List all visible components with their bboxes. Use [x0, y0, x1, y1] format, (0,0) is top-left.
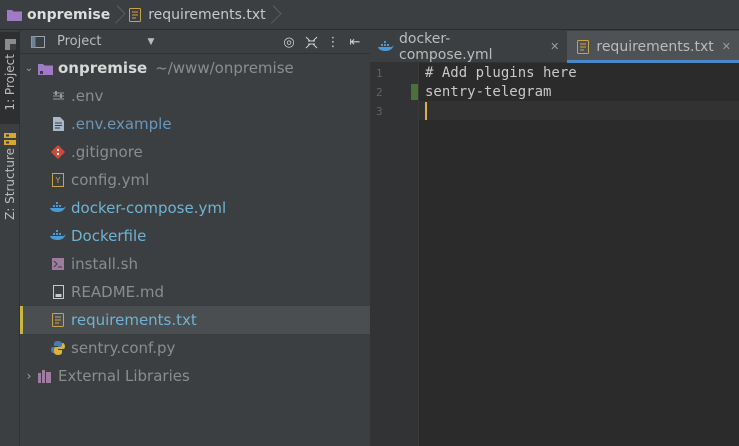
structure-icon	[2, 132, 18, 146]
tree-file-label: sentry.conf.py	[71, 339, 176, 357]
hide-icon[interactable]: ⇤	[344, 35, 366, 50]
project-tree: ⌄ onpremise ~/www/onpremise .env .env.ex…	[20, 54, 370, 390]
line-number: 2	[376, 86, 383, 99]
project-panel: Project ▼ ◎ ⋮ ⇤ ⌄ onpremise ~/www/onprem…	[20, 30, 370, 446]
tree-file-label: .env	[71, 87, 104, 105]
docker-icon	[378, 39, 394, 55]
locate-icon[interactable]: ◎	[278, 35, 300, 50]
tree-external-libraries-label: External Libraries	[58, 367, 190, 385]
tab-structure-label: Z: Structure	[3, 148, 17, 220]
docker-icon	[50, 200, 66, 216]
project-view-title[interactable]: Project	[57, 34, 101, 49]
code-line-2[interactable]: sentry-telegram	[425, 84, 551, 100]
tool-window-strip: 1: Project Z: Structure	[0, 30, 20, 446]
shell-icon	[50, 256, 66, 272]
markdown-icon	[50, 284, 66, 300]
tree-file-label: requirements.txt	[71, 311, 197, 329]
close-icon[interactable]: ✕	[722, 40, 731, 53]
close-icon[interactable]: ✕	[550, 40, 559, 53]
tree-file-gitignore[interactable]: .gitignore	[20, 138, 370, 166]
tree-file-docker-compose[interactable]: docker-compose.yml	[20, 194, 370, 222]
tree-file-env-example[interactable]: .env.example	[20, 110, 370, 138]
tree-file-label: .env.example	[71, 115, 172, 133]
chevron-right-icon[interactable]: ›	[24, 368, 34, 384]
breadcrumb-file[interactable]: requirements.txt	[125, 0, 269, 30]
tree-file-label: README.md	[71, 283, 165, 301]
yaml-icon: Y	[50, 172, 66, 188]
more-icon[interactable]: ⋮	[322, 35, 344, 50]
tab-requirements[interactable]: requirements.txt ✕	[567, 31, 739, 63]
tree-file-env[interactable]: .env	[20, 82, 370, 110]
tree-file-label: .gitignore	[71, 143, 143, 161]
tree-file-label: config.yml	[71, 171, 150, 189]
tree-file-dockerfile[interactable]: Dockerfile	[20, 222, 370, 250]
tree-file-sentry-conf[interactable]: sentry.conf.py	[20, 334, 370, 362]
text-file-icon	[575, 39, 591, 55]
tab-project[interactable]: 1: Project	[0, 32, 20, 124]
tree-root-onpremise[interactable]: ⌄ onpremise ~/www/onpremise	[20, 54, 370, 82]
breadcrumb-project[interactable]: onpremise	[0, 0, 114, 30]
breadcrumb-separator	[270, 0, 277, 30]
tab-structure[interactable]: Z: Structure	[0, 128, 20, 220]
tab-docker-compose[interactable]: docker-compose.yml ✕	[370, 30, 567, 63]
text-caret	[425, 102, 427, 120]
python-icon	[50, 340, 66, 356]
line-number: 3	[376, 105, 383, 118]
tree-file-install-sh[interactable]: install.sh	[20, 250, 370, 278]
editor-tabbar: docker-compose.yml ✕ requirements.txt ✕	[370, 30, 739, 63]
project-view-icon	[30, 34, 46, 50]
tab-project-label: 1: Project	[3, 54, 17, 111]
docker-icon	[50, 228, 66, 244]
tree-file-readme[interactable]: README.md	[20, 278, 370, 306]
svg-text:Y: Y	[55, 176, 61, 185]
library-icon	[37, 368, 53, 384]
editor: docker-compose.yml ✕ requirements.txt ✕ …	[370, 30, 739, 446]
tree-file-label: install.sh	[71, 255, 138, 273]
breadcrumb-project-label: onpremise	[27, 6, 111, 23]
tree-file-config-yml[interactable]: Y config.yml	[20, 166, 370, 194]
project-icon	[2, 36, 18, 52]
git-icon	[50, 144, 66, 160]
tab-label: requirements.txt	[596, 38, 714, 55]
tree-root-label: onpremise	[58, 59, 148, 77]
code-line-1[interactable]: # Add plugins here	[425, 65, 577, 81]
folder-icon	[37, 60, 53, 76]
chevron-down-icon[interactable]: ⌄	[24, 60, 34, 76]
editor-gutter: 1 2 3	[370, 63, 419, 446]
folder-icon	[6, 7, 22, 23]
tree-root-path: ~/www/onpremise	[155, 59, 294, 77]
vcs-added-marker[interactable]	[411, 84, 418, 100]
text-file-icon	[127, 7, 143, 23]
tree-file-requirements[interactable]: requirements.txt	[20, 306, 370, 334]
settings-file-icon	[50, 88, 66, 104]
current-line-highlight	[419, 101, 739, 120]
tree-external-libraries[interactable]: › External Libraries	[20, 362, 370, 390]
breadcrumb: onpremise requirements.txt	[0, 0, 739, 30]
tab-label: docker-compose.yml	[399, 30, 493, 63]
tree-file-label: docker-compose.yml	[71, 199, 227, 217]
tree-file-label: Dockerfile	[71, 227, 147, 245]
line-number: 1	[376, 67, 383, 80]
breadcrumb-file-label: requirements.txt	[148, 6, 266, 23]
project-panel-tools: ◎ ⋮ ⇤	[278, 30, 366, 54]
text-file-icon	[50, 116, 66, 132]
breadcrumb-separator	[114, 0, 121, 30]
project-view-dropdown-icon[interactable]: ▼	[147, 37, 154, 47]
collapse-all-icon[interactable]	[300, 36, 322, 49]
text-file-icon	[50, 312, 66, 328]
